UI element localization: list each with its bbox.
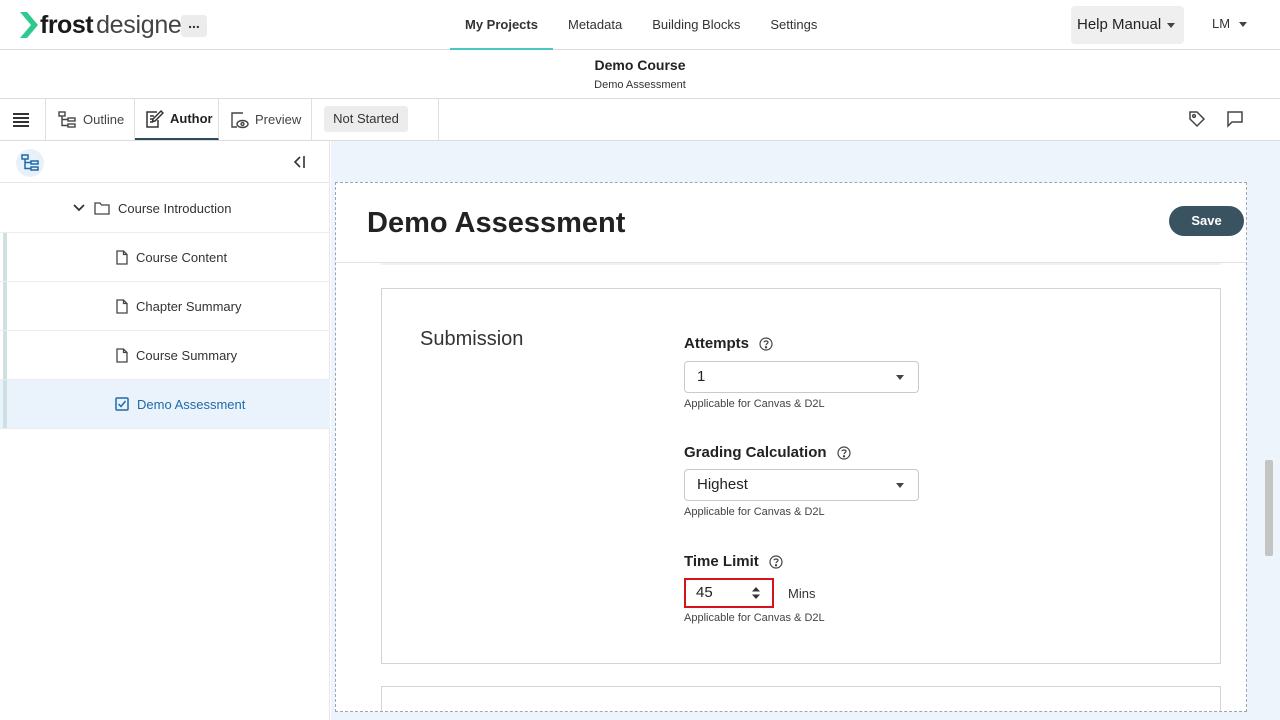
attempts-label: Attempts — [684, 335, 773, 352]
attempts-label-text: Attempts — [684, 335, 750, 352]
tree-indent-bar — [3, 331, 7, 379]
time-limit-input[interactable]: 45 — [684, 578, 774, 608]
course-title: Demo Course — [594, 57, 686, 73]
question-circle-icon[interactable] — [759, 336, 773, 351]
help-manual-label: Help Manual — [1077, 16, 1162, 33]
document-icon — [116, 347, 128, 363]
question-circle-icon[interactable] — [769, 554, 783, 569]
nav-settings[interactable]: Settings — [755, 0, 832, 50]
tab-author-label: Author — [170, 111, 213, 126]
tree-item-chapter-summary[interactable]: Chapter Summary — [0, 282, 330, 331]
collapse-sidebar-icon[interactable] — [290, 153, 308, 171]
course-breadcrumb-header: Demo Course Demo Assessment — [0, 50, 1280, 99]
tree-item-demo-assessment[interactable]: Demo Assessment — [0, 380, 330, 429]
editor-panel-header: Demo Assessment Save — [336, 183, 1246, 263]
spinner-arrows-icon[interactable] — [751, 586, 761, 600]
tree-item-label: Course Content — [136, 249, 228, 265]
eye-preview-icon — [231, 111, 249, 128]
tree-indent-bar — [3, 233, 7, 281]
logo-text-designer: designer — [96, 10, 190, 39]
sidebar-header — [0, 141, 330, 183]
main-nav: My Projects Metadata Building Blocks Set… — [450, 0, 832, 50]
tree-indent-bar — [3, 380, 7, 428]
tree-outline-icon — [58, 110, 76, 128]
time-limit-hint: Applicable for Canvas & D2L — [684, 612, 825, 624]
more-options-button[interactable]: ... — [181, 15, 207, 37]
course-subtitle: Demo Assessment — [594, 79, 686, 91]
question-circle-icon[interactable] — [836, 445, 851, 460]
chevron-down-icon — [896, 483, 904, 488]
checkbox-assessment-icon — [115, 397, 129, 411]
tree-item-course-summary[interactable]: Course Summary — [0, 331, 330, 380]
user-initials: LM — [1212, 16, 1231, 31]
frost-logo[interactable]: frost designer — [20, 10, 190, 40]
time-limit-value: 45 — [696, 584, 713, 601]
status-badge[interactable]: Not Started — [324, 106, 408, 132]
document-icon — [116, 298, 128, 314]
grading-calculation-select[interactable]: Highest — [684, 469, 919, 501]
next-settings-card — [381, 686, 1221, 711]
tag-icon[interactable] — [1187, 109, 1207, 129]
editor-toolbar: Outline Author Preview Not Started — [0, 99, 1280, 141]
menu-toggle-button[interactable] — [0, 99, 46, 140]
chevron-down-icon — [1167, 22, 1176, 28]
hamburger-menu-icon — [13, 113, 29, 127]
tab-author[interactable]: Author — [135, 99, 219, 140]
time-limit-label: Time Limit — [684, 553, 783, 570]
nav-building-blocks[interactable]: Building Blocks — [637, 0, 755, 50]
outline-tree-button[interactable] — [16, 149, 44, 177]
edit-document-icon — [146, 109, 164, 128]
page-title: Demo Assessment — [367, 207, 626, 239]
document-icon — [116, 249, 128, 265]
tree-indent-bar — [3, 282, 7, 330]
tree-item-course-content[interactable]: Course Content — [0, 233, 330, 282]
tree-folder-course-introduction[interactable]: Course Introduction — [0, 184, 330, 233]
user-menu[interactable]: LM — [1212, 16, 1248, 31]
submission-settings-card: Submission Attempts 1 Applicable for Can… — [381, 288, 1221, 664]
comment-icon[interactable] — [1225, 109, 1245, 129]
tab-preview[interactable]: Preview — [219, 99, 312, 140]
section-divider — [381, 263, 1221, 265]
attempts-selected-value: 1 — [697, 368, 706, 385]
chevron-down-icon — [896, 375, 904, 380]
top-navbar: frost designer ... My Projects Metadata … — [0, 0, 1280, 50]
save-button[interactable]: Save — [1169, 206, 1244, 236]
section-title: Submission — [420, 328, 524, 350]
editor-panel: Demo Assessment Save Submission Attempts… — [335, 182, 1247, 712]
course-outline-sidebar: Course Introduction Course Content Chapt… — [0, 141, 330, 720]
grading-label-text: Grading Calculation — [684, 444, 827, 461]
tree-item-label: Chapter Summary — [136, 298, 242, 314]
tree-item-label: Course Summary — [136, 347, 238, 363]
folder-icon — [94, 202, 110, 215]
grading-hint: Applicable for Canvas & D2L — [684, 506, 825, 518]
chevron-down-icon — [73, 204, 85, 212]
chevron-right-logo-icon — [20, 12, 38, 38]
toolbar-divider — [438, 99, 439, 140]
nav-metadata[interactable]: Metadata — [553, 0, 637, 50]
tree-folder-label: Course Introduction — [118, 200, 232, 216]
grading-label: Grading Calculation — [684, 444, 851, 461]
scrollbar-thumb[interactable] — [1265, 460, 1273, 556]
tab-preview-label: Preview — [255, 112, 302, 127]
chevron-down-icon — [1239, 22, 1248, 28]
tree-item-label: Demo Assessment — [137, 396, 246, 412]
grading-selected-value: Highest — [697, 476, 748, 493]
tab-outline[interactable]: Outline — [47, 99, 135, 140]
tree-outline-icon — [21, 154, 39, 171]
nav-my-projects[interactable]: My Projects — [450, 0, 553, 50]
logo-text-frost: frost — [40, 10, 94, 39]
time-limit-label-text: Time Limit — [684, 553, 759, 570]
help-manual-dropdown[interactable]: Help Manual — [1071, 6, 1184, 44]
attempts-select[interactable]: 1 — [684, 361, 919, 393]
tab-outline-label: Outline — [83, 112, 125, 127]
attempts-hint: Applicable for Canvas & D2L — [684, 398, 825, 410]
time-limit-unit: Mins — [788, 586, 816, 601]
